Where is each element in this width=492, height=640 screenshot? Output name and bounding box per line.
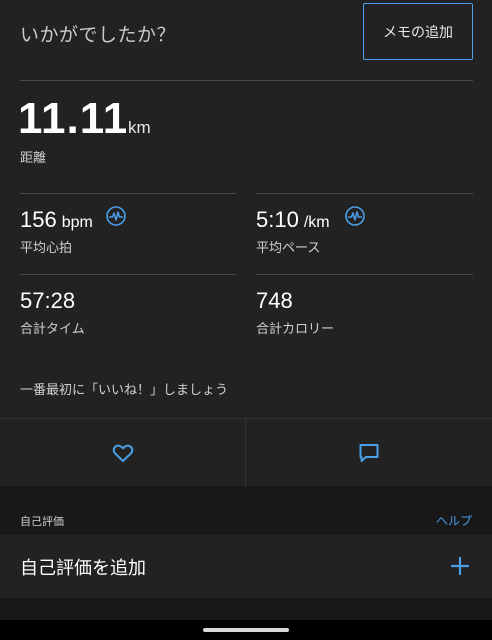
pace-pulse-icon[interactable] [344,205,366,227]
total-time-value-group: 57:28 [20,288,75,314]
pace-unit: /km [303,214,330,231]
pace-value: 5:10 [256,207,299,232]
heart-rate-pulse-icon[interactable] [105,205,127,227]
total-time-label: 合計タイム [20,322,85,337]
distance-value: 11.11 [18,94,129,143]
calories-label: 合計カロリー [256,322,335,337]
like-prompt-text: 一番最初に「いいね！」しましょう [20,383,229,398]
add-self-evaluation-label: 自己評価を追加 [20,558,146,579]
stats-divider-right-2 [256,274,473,275]
heart-rate-unit: bpm [61,214,93,231]
calories-value-group: 748 [256,288,293,314]
total-time-value: 57:28 [20,288,76,313]
stats-divider-right-1 [256,193,473,194]
add-self-evaluation-row[interactable]: 自己評価を追加 [0,535,492,598]
heart-rate-value: 156 [20,207,57,232]
stats-divider-left-1 [20,193,236,194]
heart-rate-label: 平均心拍 [20,241,73,256]
calories-value: 748 [256,288,293,313]
comment-icon [359,444,379,462]
distance-label: 距離 [20,151,47,166]
like-button[interactable] [0,419,245,487]
pace-value-group: 5:10 /km [256,207,330,233]
plus-icon[interactable] [449,555,471,577]
stats-divider-left-2 [20,274,236,275]
add-memo-button[interactable]: メモの追加 [363,3,473,60]
header-divider [20,80,473,81]
pace-label: 平均ペース [256,241,321,256]
social-action-row [0,418,492,487]
feedback-question: いかがでしたか？ [20,24,177,46]
heart-rate-value-group: 156 bpm [20,207,93,233]
help-link[interactable]: ヘルプ [436,512,472,529]
activity-summary-card: いかがでしたか？ メモの追加 11.11 km 距離 156 bpm 平均心拍 … [0,0,492,487]
distance-unit: km [128,118,151,137]
system-navigation-bar [0,620,492,640]
heart-icon [112,444,133,462]
self-evaluation-section-label: 自己評価 [20,515,64,528]
gesture-handle[interactable] [203,628,289,632]
comment-button[interactable] [246,419,492,487]
